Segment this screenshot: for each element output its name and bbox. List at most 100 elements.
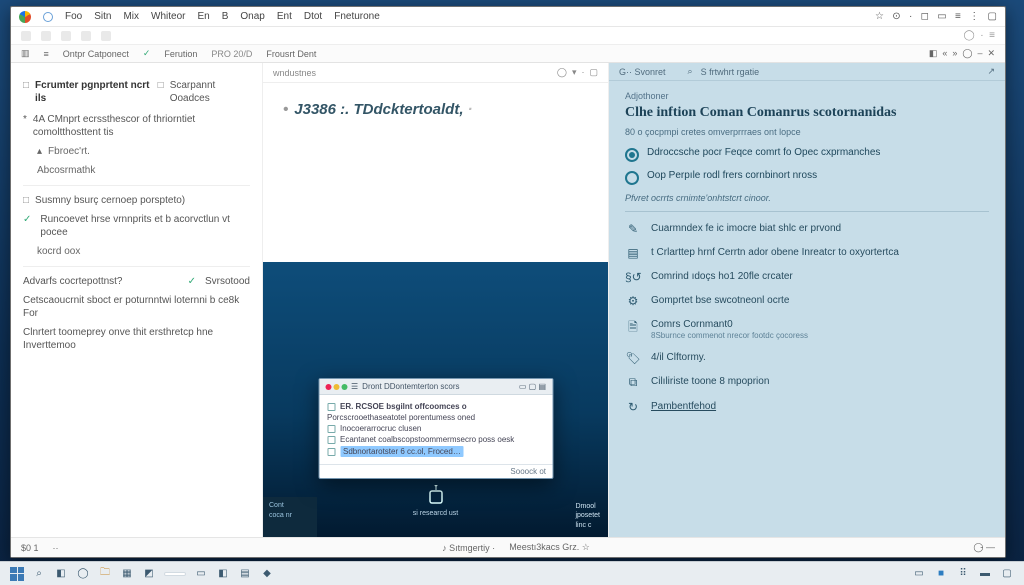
radio-icon[interactable] bbox=[625, 148, 639, 162]
checkbox-icon[interactable] bbox=[23, 194, 29, 207]
ribbon-right[interactable]: ◧ « » ◯ – ✕ bbox=[929, 48, 995, 59]
app-icon[interactable]: ▦ bbox=[120, 567, 134, 581]
dialog-titlebar[interactable]: ☰Dront DDontemterton scors ▭ ▢ ▤ bbox=[319, 379, 552, 395]
feature-row[interactable]: ✎Cuarmndex fe ic imocre biat shlc er prv… bbox=[625, 222, 989, 236]
search-icon[interactable]: ⌕ bbox=[32, 567, 46, 581]
info-subtitle: 80 o çocpmpi cretes omverprrraes ont lop… bbox=[625, 127, 989, 137]
feature-row[interactable]: ▤t Crlarttep hrnf Cerrtn ador obene Inre… bbox=[625, 246, 989, 260]
tray-icon[interactable]: ▭ bbox=[912, 567, 926, 581]
feature-row[interactable]: 🏷4/il Clftormy. bbox=[625, 351, 989, 365]
check-icon[interactable] bbox=[188, 275, 199, 288]
info-expand-icon[interactable]: ↗ bbox=[987, 66, 995, 77]
menu-item[interactable]: B bbox=[222, 11, 229, 22]
ribbon-icon[interactable]: ▥ bbox=[21, 48, 30, 59]
menu-item[interactable]: Fneturone bbox=[334, 11, 380, 22]
checkbox-icon[interactable] bbox=[158, 79, 164, 107]
menu-item[interactable]: En bbox=[197, 11, 209, 22]
outline-item[interactable]: 4A CMnprt ecrssthescor of thriorntiet co… bbox=[33, 113, 250, 139]
task-pill[interactable] bbox=[164, 572, 186, 576]
app-icon[interactable]: ◩ bbox=[142, 567, 156, 581]
check-icon[interactable] bbox=[23, 213, 34, 239]
outline-item[interactable]: Abcosrmathk bbox=[37, 164, 95, 177]
option-row[interactable]: Ddroccsche pocr Feqce comrt fo Opec cxpr… bbox=[625, 147, 989, 162]
traffic-lights-icon[interactable] bbox=[325, 384, 347, 390]
feature-row[interactable]: ⚙Gomprtet bse swcotneonl ocrte bbox=[625, 294, 989, 308]
menu-item[interactable]: Foo bbox=[65, 11, 82, 22]
option-row[interactable]: Oop Perpıle rodl frers cornbinort nross bbox=[625, 170, 989, 185]
ribbon-check-icon[interactable] bbox=[143, 48, 151, 59]
info-note: Pfvret ocrrts crnimte'onhtstcrt cinoor. bbox=[625, 193, 989, 203]
tool-icon[interactable] bbox=[41, 31, 51, 41]
dialog-ok-button[interactable]: Sooock ot bbox=[510, 467, 546, 476]
dialog-selected-row[interactable]: Sdbnortarotster 6 cc.ol, Froced… bbox=[327, 446, 544, 457]
title-right-icons[interactable]: ☆ ⊙ · ◻ ▭ ≡ ⋮ ▢ bbox=[875, 11, 997, 22]
radio-icon[interactable] bbox=[625, 171, 639, 185]
ribbon-label[interactable]: Frousrt Dent bbox=[266, 49, 316, 59]
menu-item[interactable]: Onap bbox=[240, 11, 264, 22]
outline-item[interactable]: Fcrumter pgnprtent ncrt ils bbox=[35, 79, 152, 105]
ribbon-label[interactable]: Ontpr Catponect bbox=[63, 49, 129, 59]
app-logo-icon bbox=[19, 11, 31, 23]
circle-icon[interactable]: ◯ bbox=[76, 567, 90, 581]
tray-icon[interactable]: ■ bbox=[934, 567, 948, 581]
document-area: •J3386 :. TDdcktertoaldt, · Contcoca nr … bbox=[263, 83, 608, 537]
app-icon[interactable]: ▭ bbox=[194, 567, 208, 581]
ribbon-icon[interactable]: ≡ bbox=[44, 49, 49, 59]
info-breadcrumb[interactable]: Adjothoner bbox=[625, 91, 989, 101]
editor-panel: wndustnes ◯ ▾ · ▢ •J3386 :. TDdcktertoal… bbox=[263, 63, 609, 537]
tool-icon[interactable] bbox=[81, 31, 91, 41]
dialog-row[interactable]: Ecantanet coalbscopstoommermsecro poss o… bbox=[327, 435, 544, 444]
tray-icon[interactable]: ⠿ bbox=[956, 567, 970, 581]
info-tabstrip: G·· Svonret ⌕ S frtwhrt rgatie ↗ bbox=[609, 63, 1005, 81]
dialog-row[interactable]: ER. RCSOE bsgilnt offcoomces o bbox=[327, 402, 544, 411]
preview-stats: Dmooljposetetlinc c bbox=[575, 502, 600, 531]
feature-row[interactable]: ⧉Cilıliriste toone 8 mpoprion bbox=[625, 375, 989, 390]
tool-icon[interactable] bbox=[61, 31, 71, 41]
app-icon[interactable]: ◧ bbox=[216, 567, 230, 581]
status-center[interactable]: Meestı3kacs Grz. ☆ bbox=[509, 542, 590, 553]
menu-item[interactable]: Whiteor bbox=[151, 11, 185, 22]
app-icon[interactable]: ◆ bbox=[260, 567, 274, 581]
tool-icon[interactable] bbox=[21, 31, 31, 41]
ribbon-label[interactable]: Ferution bbox=[164, 49, 197, 59]
toolbar-right-icon[interactable]: ◯ · ≡ bbox=[964, 30, 995, 41]
status-center[interactable]: ♪ Sıtmgertiy · bbox=[442, 543, 495, 553]
folder-icon[interactable]: 🗀 bbox=[98, 567, 112, 581]
menu-item[interactable]: Ent bbox=[277, 11, 292, 22]
outline-item[interactable]: Susmny bsurç cernoep porspteto) bbox=[35, 194, 185, 207]
outline-item[interactable]: Fbroec'rt. bbox=[48, 145, 90, 158]
feature-row[interactable]: ↻Pambentfehod bbox=[625, 400, 989, 414]
outline-item[interactable]: Cetscaoucrnit sboct er poturnntwi lotern… bbox=[23, 294, 250, 320]
status-bar: $0 1 ·· ♪ Sıtmgertiy · Meestı3kacs Grz. … bbox=[11, 537, 1005, 557]
outline-item[interactable]: Advarfs cocrtepottnst? bbox=[23, 275, 123, 288]
outline-item[interactable]: Scarpannt Ooadces bbox=[170, 79, 250, 107]
editor-tab[interactable]: wndustnes bbox=[273, 68, 316, 78]
checkbox-icon[interactable] bbox=[23, 79, 29, 107]
start-icon[interactable] bbox=[10, 567, 24, 581]
app-icon[interactable]: ▤ bbox=[238, 567, 252, 581]
option-label: Oop Perpıle rodl frers cornbinort nross bbox=[647, 170, 817, 181]
feature-row[interactable]: §↺Comrind ıdoçs ho1 20fle crcater bbox=[625, 270, 989, 284]
feature-row[interactable]: 🗎Comrs Cornmant08Sburnce commenot nrecor… bbox=[625, 318, 989, 341]
dialog-row[interactable]: Porcscrooethaseatotel porentumess oned bbox=[327, 413, 544, 422]
dialog-row[interactable]: Inocoerarrocruc clusen bbox=[327, 424, 544, 433]
option-label: Ddroccsche pocr Feqce comrt fo Opec cxpr… bbox=[647, 147, 880, 158]
status-right[interactable]: ◯̵ — bbox=[973, 542, 995, 553]
outline-item[interactable]: Clnrtert toomeprey onve thit ersthretcp … bbox=[23, 326, 250, 352]
status-left: ·· bbox=[53, 543, 59, 553]
editor-tab-tools[interactable]: ◯ ▾ · ▢ bbox=[557, 67, 598, 78]
taskview-icon[interactable]: ◧ bbox=[54, 567, 68, 581]
info-tab[interactable]: S frtwhrt rgatie bbox=[701, 67, 760, 77]
tray-icon[interactable]: ▢ bbox=[1000, 567, 1014, 581]
info-search-icon[interactable]: ⌕ bbox=[688, 66, 693, 77]
ribbon-bar: ▥ ≡ Ontpr Catponect Ferution PRO 20/D Fr… bbox=[11, 45, 1005, 63]
outline-item[interactable]: Svrsotood bbox=[205, 275, 250, 288]
menu-item[interactable]: Mix bbox=[123, 11, 139, 22]
info-tab[interactable]: G·· Svonret bbox=[619, 67, 666, 77]
menu-item[interactable]: Sitn bbox=[94, 11, 111, 22]
outline-item[interactable]: Runcoevet hrse vrnnprits et b acorvctlun… bbox=[40, 213, 250, 239]
app-window: Foo Sitn Mix Whiteor En B Onap Ent Dtot … bbox=[10, 6, 1006, 558]
menu-item[interactable]: Dtot bbox=[304, 11, 322, 22]
tray-icon[interactable]: ▬ bbox=[978, 567, 992, 581]
tool-icon[interactable] bbox=[101, 31, 111, 41]
